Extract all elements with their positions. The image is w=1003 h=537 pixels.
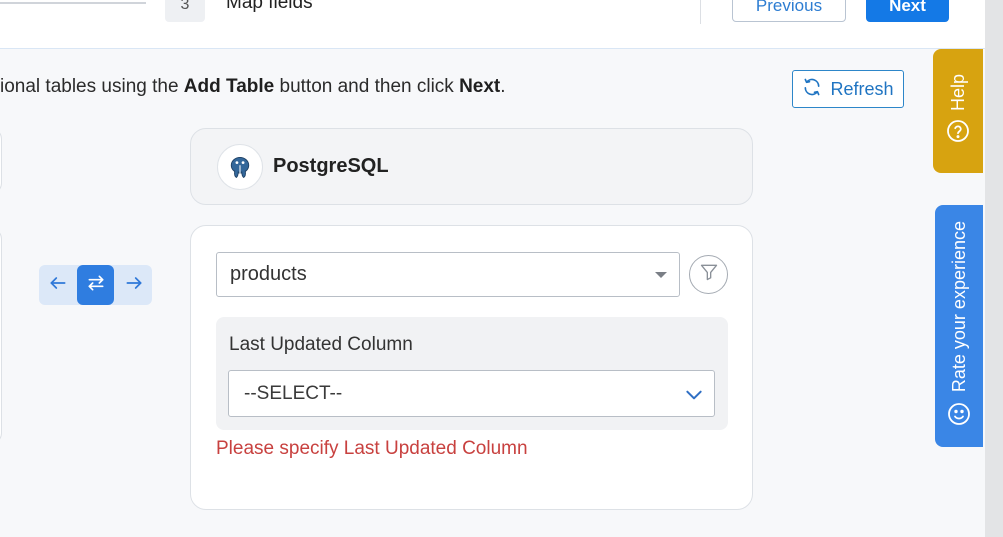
instruction-bold-add-table: Add Table bbox=[183, 76, 275, 97]
step-label: Map fields bbox=[226, 0, 313, 13]
stepper-divider bbox=[700, 0, 701, 24]
destination-name: PostgreSQL bbox=[273, 155, 389, 177]
last-updated-column-value: --SELECT-- bbox=[244, 383, 343, 404]
caret-down-icon bbox=[655, 272, 667, 278]
chevron-down-icon bbox=[686, 390, 702, 400]
source-header-card bbox=[0, 128, 2, 194]
source-mapping-card bbox=[0, 228, 2, 444]
sync-direction-toggle bbox=[39, 265, 152, 305]
page: 3 Map fields Previous Next ional tables … bbox=[0, 0, 1003, 537]
previous-button[interactable]: Previous bbox=[732, 0, 846, 22]
arrow-left-icon bbox=[48, 273, 68, 298]
last-updated-column-section: Last Updated Column --SELECT-- bbox=[216, 317, 728, 430]
stepper-bar: 3 Map fields Previous Next bbox=[0, 0, 985, 49]
table-select[interactable]: products bbox=[216, 252, 680, 297]
table-select-value: products bbox=[230, 263, 307, 285]
last-updated-column-select[interactable]: --SELECT-- bbox=[228, 370, 715, 417]
instruction-text: ional tables using the Add Table button … bbox=[0, 76, 506, 98]
step-number-badge: 3 bbox=[165, 0, 205, 22]
last-updated-column-error: Please specify Last Updated Column bbox=[216, 438, 528, 459]
arrows-swap-icon bbox=[86, 273, 106, 298]
stepper-progress-line bbox=[0, 2, 146, 4]
filter-icon bbox=[699, 262, 719, 287]
instruction-part: button and then click bbox=[274, 76, 460, 97]
instruction-bold-next: Next bbox=[459, 76, 501, 97]
direction-both-button[interactable] bbox=[77, 265, 114, 305]
question-circle-icon bbox=[946, 119, 970, 148]
direction-left-button[interactable] bbox=[39, 265, 76, 305]
destination-header-card: PostgreSQL bbox=[190, 128, 753, 205]
destination-mapping-card: products Last Updated Column --SELECT-- … bbox=[190, 225, 753, 510]
rate-experience-tab[interactable]: Rate your experience bbox=[935, 205, 983, 447]
instruction-part: ional tables using the bbox=[0, 76, 184, 97]
refresh-label: Refresh bbox=[830, 78, 894, 99]
refresh-button[interactable]: Refresh bbox=[792, 70, 904, 108]
arrow-right-icon bbox=[124, 273, 144, 298]
instruction-part: . bbox=[500, 76, 506, 97]
help-tab-label: Help bbox=[947, 73, 968, 112]
rate-experience-label: Rate your experience bbox=[948, 220, 969, 393]
postgresql-logo bbox=[217, 143, 263, 190]
last-updated-column-label: Last Updated Column bbox=[229, 334, 413, 355]
smiley-icon bbox=[947, 402, 971, 431]
next-button[interactable]: Next bbox=[866, 0, 949, 22]
scrollbar-track[interactable] bbox=[985, 0, 1003, 537]
direction-right-button[interactable] bbox=[115, 265, 152, 305]
filter-button[interactable] bbox=[689, 255, 728, 294]
refresh-icon bbox=[802, 77, 822, 102]
help-tab[interactable]: Help bbox=[933, 49, 983, 173]
